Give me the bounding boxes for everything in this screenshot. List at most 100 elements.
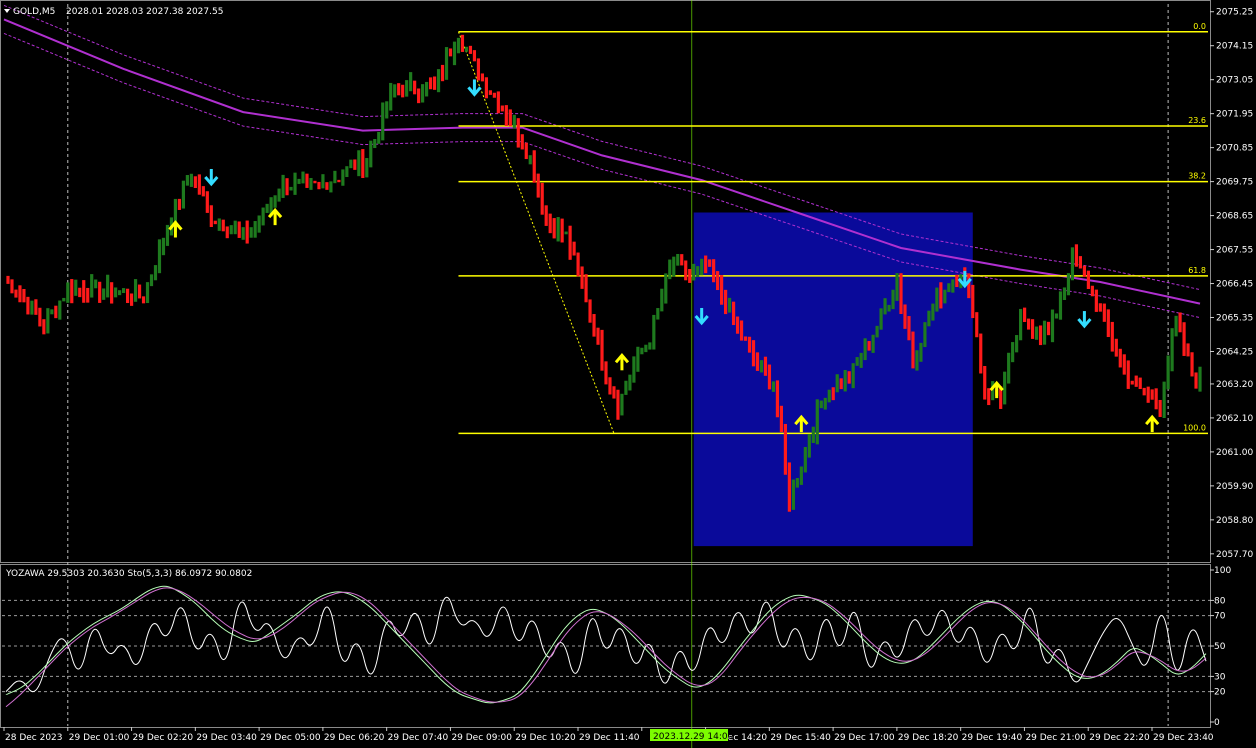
candle-bar[interactable] <box>883 298 887 315</box>
candle-bar[interactable] <box>871 334 875 353</box>
candle-bar[interactable] <box>1126 360 1130 389</box>
candle-bar[interactable] <box>931 303 935 321</box>
candle-bar[interactable] <box>177 198 182 210</box>
candle-bar[interactable] <box>556 217 560 242</box>
candle-bar[interactable] <box>444 47 449 80</box>
candle-bar[interactable] <box>122 288 126 293</box>
candle-bar[interactable] <box>827 389 831 403</box>
candle-bar[interactable] <box>1082 265 1086 277</box>
candle-bar[interactable] <box>572 241 576 256</box>
candle-bar[interactable] <box>520 134 524 150</box>
candle-bar[interactable] <box>181 180 185 209</box>
candle-bar[interactable] <box>1046 321 1051 336</box>
candle-bar[interactable] <box>811 426 815 443</box>
candle-bar[interactable] <box>26 296 30 315</box>
candle-bar[interactable] <box>484 77 488 99</box>
candle-bar[interactable] <box>704 255 708 274</box>
candle-bar[interactable] <box>500 105 504 112</box>
candle-bar[interactable] <box>42 319 46 335</box>
candle-bar[interactable] <box>648 342 652 350</box>
candle-bar[interactable] <box>803 447 807 473</box>
candle-bar[interactable] <box>58 300 62 320</box>
candle-bar[interactable] <box>185 175 189 186</box>
candle-bar[interactable] <box>1038 325 1043 346</box>
candle-bar[interactable] <box>34 299 38 315</box>
candle-bar[interactable] <box>325 182 329 190</box>
candle-bar[interactable] <box>257 215 261 233</box>
candle-bar[interactable] <box>791 479 795 510</box>
candle-bar[interactable] <box>389 82 393 111</box>
candle-bar[interactable] <box>476 58 481 81</box>
candle-bar[interactable] <box>1019 308 1023 341</box>
candle-bar[interactable] <box>464 46 469 52</box>
candle-bar[interactable] <box>700 258 704 276</box>
candle-bar[interactable] <box>1106 309 1110 338</box>
candle-bar[interactable] <box>357 150 361 177</box>
candle-bar[interactable] <box>739 320 744 341</box>
candle-bar[interactable] <box>763 356 768 376</box>
candle-bar[interactable] <box>967 273 971 299</box>
candle-bar[interactable] <box>1110 321 1114 352</box>
candle-bar[interactable] <box>285 178 289 196</box>
candle-bar[interactable] <box>1182 322 1186 356</box>
candle-bar[interactable] <box>1194 372 1198 389</box>
candle-bar[interactable] <box>189 173 193 187</box>
candle-bar[interactable] <box>747 336 752 353</box>
candle-bar[interactable] <box>823 397 827 410</box>
candle-bar[interactable] <box>1130 380 1134 385</box>
candle-bar[interactable] <box>564 231 568 235</box>
candle-bar[interactable] <box>504 105 508 127</box>
candle-bar[interactable] <box>1094 289 1098 312</box>
candle-bar[interactable] <box>596 327 600 345</box>
candle-bar[interactable] <box>1122 354 1126 375</box>
candle-bar[interactable] <box>102 288 106 300</box>
candle-bar[interactable] <box>751 340 756 367</box>
candle-bar[interactable] <box>369 140 373 168</box>
candle-bar[interactable] <box>684 260 688 281</box>
candle-bar[interactable] <box>1066 273 1071 296</box>
candle-bar[interactable] <box>496 91 500 114</box>
candle-bar[interactable] <box>492 92 496 98</box>
candle-bar[interactable] <box>716 271 720 291</box>
candle-bar[interactable] <box>341 169 345 186</box>
candle-bar[interactable] <box>373 139 377 149</box>
candle-bar[interactable] <box>137 284 142 299</box>
candle-bar[interactable] <box>628 374 632 391</box>
candle-bar[interactable] <box>887 304 891 312</box>
candle-bar[interactable] <box>237 221 241 238</box>
candle-bar[interactable] <box>74 279 78 296</box>
candle-bar[interactable] <box>452 41 457 66</box>
candle-bar[interactable] <box>1007 352 1011 384</box>
candle-bar[interactable] <box>644 344 648 353</box>
candle-bar[interactable] <box>1034 326 1039 340</box>
candle-bar[interactable] <box>855 357 859 366</box>
candle-bar[interactable] <box>333 170 337 184</box>
candle-bar[interactable] <box>241 227 245 240</box>
candle-bar[interactable] <box>955 274 959 288</box>
candle-bar[interactable] <box>436 69 441 93</box>
candle-bar[interactable] <box>1146 386 1150 403</box>
candle-bar[interactable] <box>66 282 70 303</box>
candle-bar[interactable] <box>524 142 528 160</box>
candle-bar[interactable] <box>193 176 197 189</box>
candle-bar[interactable] <box>273 195 277 208</box>
candle-bar[interactable] <box>54 305 58 319</box>
candle-bar[interactable] <box>652 314 656 350</box>
candle-bar[interactable] <box>440 64 445 82</box>
candle-bar[interactable] <box>735 316 740 334</box>
candle-bar[interactable] <box>835 374 839 393</box>
candle-bar[interactable] <box>943 289 947 304</box>
candle-bar[interactable] <box>783 423 787 475</box>
candle-bar[interactable] <box>935 287 939 312</box>
candle-bar[interactable] <box>1042 320 1047 345</box>
candle-bar[interactable] <box>600 329 604 371</box>
candle-bar[interactable] <box>979 333 983 374</box>
candle-bar[interactable] <box>321 174 325 189</box>
candle-bar[interactable] <box>592 314 596 337</box>
candle-bar[interactable] <box>1198 366 1202 392</box>
candle-bar[interactable] <box>1138 377 1142 390</box>
candle-bar[interactable] <box>580 266 584 289</box>
candle-bar[interactable] <box>987 388 991 406</box>
candle-bar[interactable] <box>157 239 162 274</box>
candle-bar[interactable] <box>584 274 588 303</box>
